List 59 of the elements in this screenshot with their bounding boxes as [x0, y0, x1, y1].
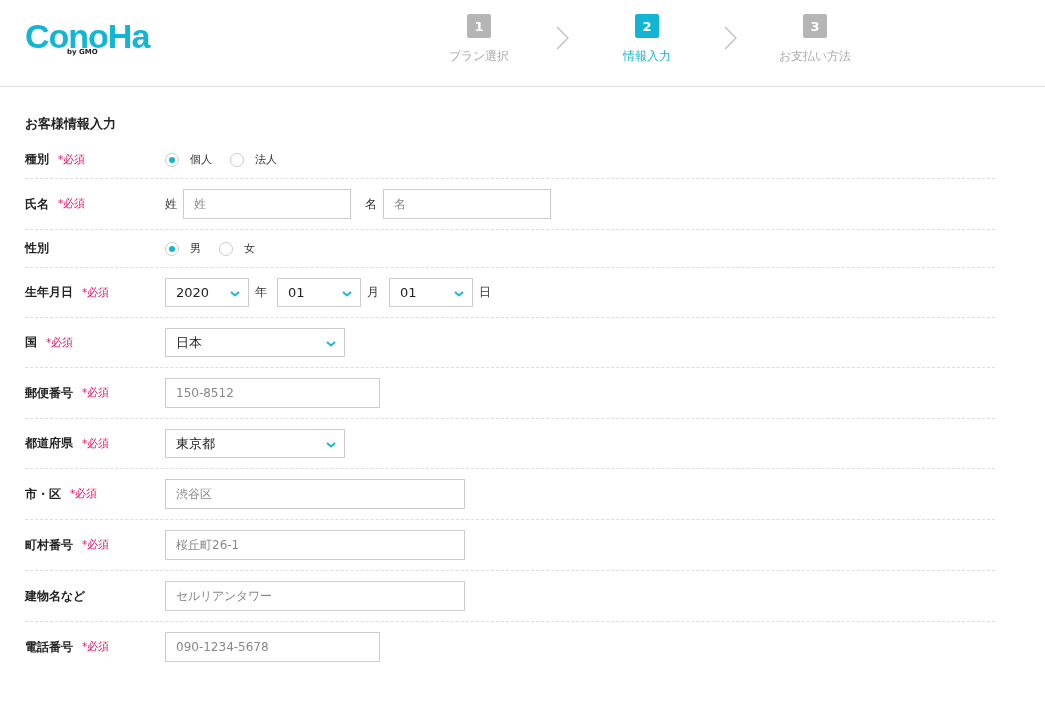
radio-button[interactable]	[230, 152, 244, 167]
unit-label: 月	[367, 284, 379, 301]
input-field[interactable]: 150-8512	[165, 378, 380, 408]
field-label: 氏名	[25, 195, 49, 213]
radio-button[interactable]	[219, 241, 233, 256]
caret-icon	[342, 291, 352, 297]
caret-icon	[326, 442, 336, 448]
step-label: 情報入力	[623, 48, 671, 65]
chevron-right-icon	[556, 26, 570, 50]
unit-label: 年	[255, 284, 267, 301]
caret-icon	[326, 341, 336, 347]
form-title: お客様情報入力	[25, 115, 117, 133]
required-mark: *必須	[82, 538, 110, 552]
dropdown[interactable]: 2020	[165, 278, 249, 307]
dropdown[interactable]: 01	[389, 278, 473, 307]
field-prefix: 姓	[165, 195, 177, 213]
unit-label: 日	[479, 284, 491, 301]
input-field[interactable]: 姓	[183, 189, 351, 219]
input-field[interactable]: 名	[383, 189, 551, 219]
step-label: プラン選択	[449, 48, 509, 65]
caret-icon	[230, 291, 240, 297]
required-mark: *必須	[82, 285, 110, 300]
required-mark: *必須	[82, 386, 110, 400]
field-label: 都道府県	[25, 435, 73, 452]
required-mark: *必須	[58, 197, 86, 211]
field-label: 生年月日	[25, 284, 73, 301]
radio-label[interactable]: 個人	[190, 152, 212, 167]
dropdown[interactable]: 01	[277, 278, 361, 307]
step-label: お支払い方法	[779, 48, 851, 65]
radio-label[interactable]: 女	[244, 241, 255, 256]
step-number: 1	[467, 14, 491, 38]
field-label: 建物名など	[25, 587, 85, 605]
radio-label[interactable]: 法人	[255, 152, 277, 167]
input-field[interactable]: 090-1234-5678	[165, 632, 380, 662]
field-label: 市・区	[25, 485, 61, 503]
field-prefix: 名	[365, 195, 377, 213]
required-mark: *必須	[82, 640, 110, 654]
field-label: 性別	[25, 240, 49, 257]
dropdown[interactable]: 日本	[165, 328, 345, 357]
input-field[interactable]: 渋谷区	[165, 479, 465, 509]
step-number: 2	[635, 14, 659, 38]
dropdown[interactable]: 東京都	[165, 429, 345, 458]
required-mark: *必須	[58, 152, 86, 167]
radio-button[interactable]	[165, 241, 179, 256]
field-label: 電話番号	[25, 638, 73, 656]
caret-icon	[454, 291, 464, 297]
field-label: 国	[25, 334, 37, 351]
required-mark: *必須	[82, 436, 110, 451]
required-mark: *必須	[70, 487, 98, 501]
field-label: 郵便番号	[25, 384, 73, 402]
chevron-right-icon	[724, 26, 738, 50]
field-label: 町村番号	[25, 536, 73, 554]
input-field[interactable]: セルリアンタワー	[165, 581, 465, 611]
radio-button[interactable]	[165, 152, 179, 167]
required-mark: *必須	[46, 335, 74, 350]
field-label: 種別	[25, 151, 49, 168]
step-number: 3	[803, 14, 827, 38]
radio-label[interactable]: 男	[190, 241, 201, 256]
input-field[interactable]: 桜丘町26-1	[165, 530, 465, 560]
